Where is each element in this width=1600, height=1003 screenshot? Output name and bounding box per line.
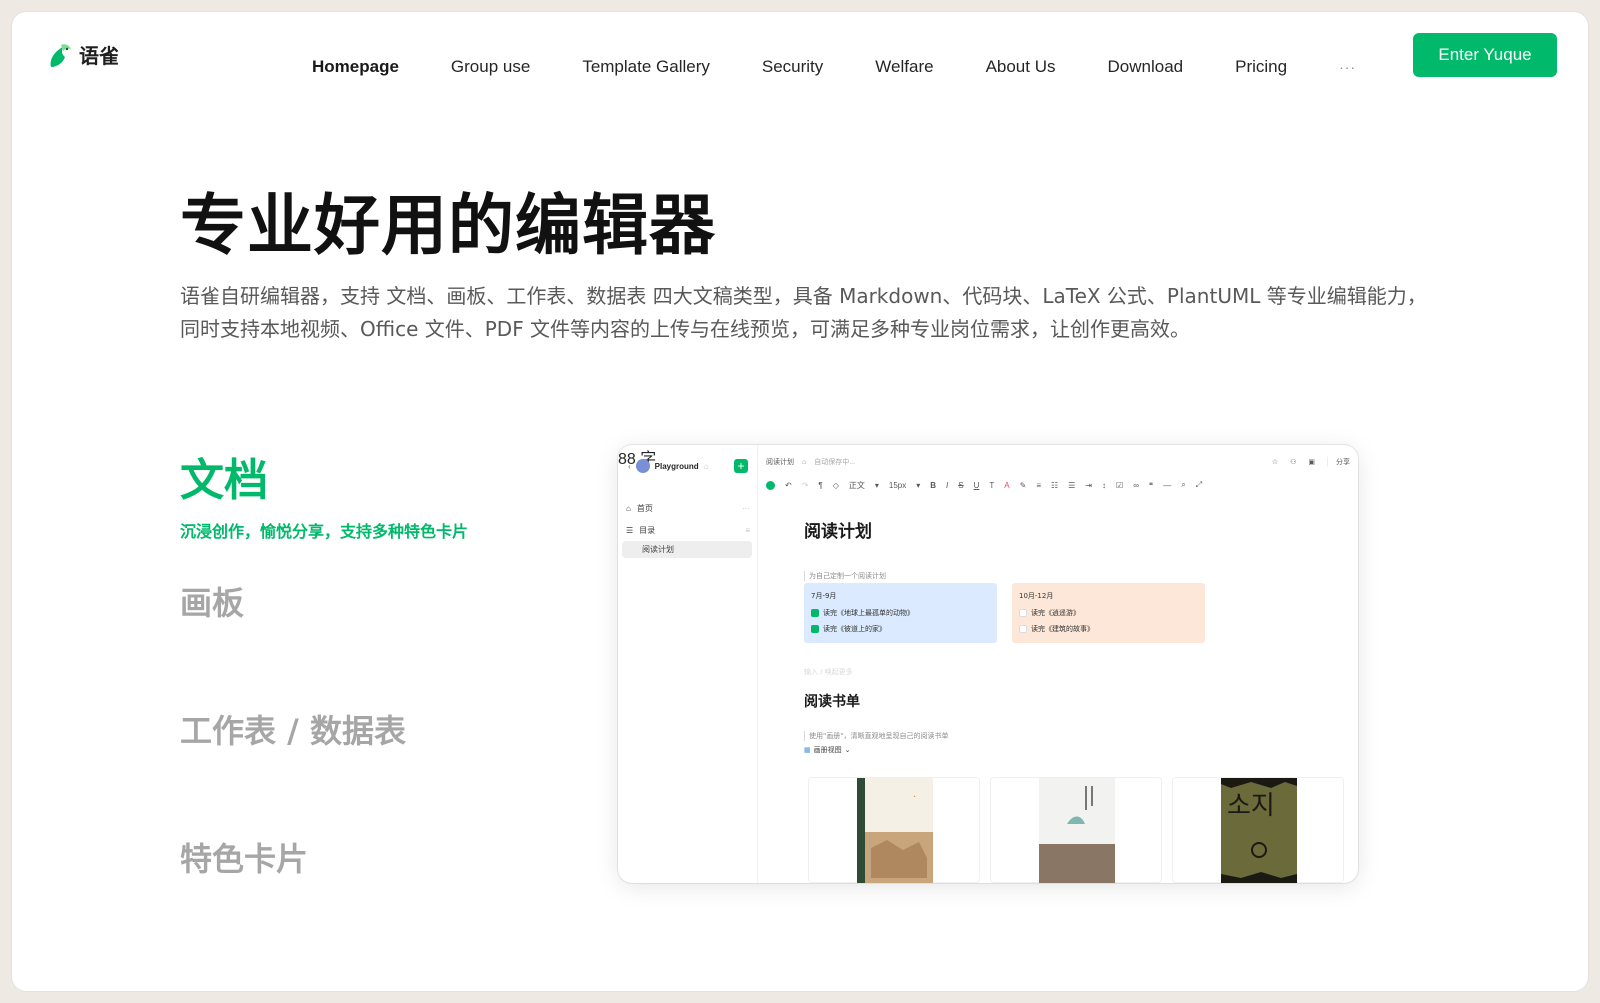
card-title: 7月-9月 [811,592,837,600]
brand-name: 语雀 [79,44,119,68]
hero-description: 语雀自研编辑器，支持 文档、画板、工作表、数据表 四大文稿类型，具备 Markd… [180,284,1427,341]
task-text: 读完《逍遥游》 [1031,609,1080,617]
feature-title: 工作表 / 数据表 [180,712,406,750]
workspace-name: Playground [654,461,699,471]
task-item[interactable]: 读完《逍遥游》 [1019,608,1198,618]
feature-tab-cards[interactable]: 特色卡片 [180,834,308,880]
view-label: 画册视图 [813,746,842,754]
enter-yuque-button[interactable]: Enter Yuque [1413,33,1557,77]
sidebar-item-home[interactable]: ⌂ 首页 ··· [626,503,750,514]
section-title: 阅读书单 [804,694,860,710]
task-item[interactable]: 读完《彼道上的家》 [811,624,990,634]
nav-menu: Homepage Group use Template Gallery Secu… [312,56,1356,78]
task-text: 读完《彼道上的家》 [823,625,886,633]
section-description: 使用"画册"，清晰直观地呈现自己的阅读书单 [804,731,948,741]
nav-template-gallery[interactable]: Template Gallery [582,56,710,78]
nav-about-us[interactable]: About Us [986,56,1056,78]
nav-group-use[interactable]: Group use [451,56,530,78]
book-card[interactable]: 소지 [1172,777,1344,883]
sidebar-item-label: 阅读计划 [642,545,674,554]
doc-name: 阅读计划 [766,459,794,466]
nav-download[interactable]: Download [1108,56,1184,78]
sidebar-item-toc[interactable]: ☰ 目录 ≡ [626,525,750,536]
undo-icon[interactable]: ↶ [785,481,792,490]
svg-text:·: · [913,792,916,803]
task-item[interactable]: 读完《建筑的故事》 [1019,624,1198,634]
sidebar-item-label: 首页 [636,504,653,513]
checkbox-icon[interactable] [1019,625,1027,633]
toc-icon[interactable]: ≡ [745,526,750,535]
chevron-down-icon: ⌄ [844,746,851,754]
feature-title: 画板 [180,584,245,622]
book-cover-image: 소지 [1221,778,1297,883]
editor-sidebar: ‹ Playground ⌂ + ⌂ 首页 ··· ☰ 目录 ≡ 阅读计划 [618,445,758,883]
doc-intro: 为自己定制一个阅读计划 [804,571,886,581]
card-title: 10月-12月 [1019,592,1054,600]
insert-icon[interactable] [766,480,775,490]
task-text: 读完《建筑的故事》 [1031,625,1094,633]
task-item[interactable]: 读完《地球上最孤单的动物》 [811,608,990,618]
feature-subtitle: 沉浸创作，愉悦分享，支持多种特色卡片 [180,522,469,541]
svg-text:소지: 소지 [1227,791,1275,821]
book-card[interactable]: · [808,777,980,883]
album-view-select[interactable]: ▦ 画册视图 ⌄ [804,745,851,755]
book-cover-image: · [857,778,933,883]
top-nav: 语雀 Homepage Group use Template Gallery S… [12,12,1588,96]
editor-placeholder[interactable]: 输入 / 唤起更多 [804,667,853,677]
workspace-avatar [635,459,650,473]
lock-icon: ⌂ [703,461,709,471]
checkbox-checked-icon[interactable] [811,609,819,617]
feature-title: 文档 [180,455,268,506]
feature-tab-sheet[interactable]: 工作表 / 数据表 [180,706,406,752]
logo[interactable]: 语雀 [47,40,119,69]
hero-title: 专业好用的编辑器 [180,187,716,264]
plan-card: 7月-9月 读完《地球上最孤单的动物》 读完《彼道上的家》 [804,583,997,643]
browser-frame: 语雀 Homepage Group use Template Gallery S… [12,12,1588,991]
plan-card: 10月-12月 读完《逍遥游》 读完《建筑的故事》 [1012,583,1205,643]
book-card[interactable] [990,777,1162,883]
add-button[interactable]: + [734,459,748,473]
feature-tab-board[interactable]: 画板 [180,578,244,624]
nav-homepage[interactable]: Homepage [312,56,399,78]
doc-title: 阅读计划 [804,522,872,542]
back-icon[interactable]: ‹ [628,462,631,471]
grid-icon: ▦ [804,746,811,754]
yuque-bird-icon [50,43,71,67]
home-icon: ⌂ [626,504,631,513]
checkbox-checked-icon[interactable] [811,625,819,633]
feature-title: 特色卡片 [180,840,309,878]
sidebar-item-label: 目录 [639,526,656,535]
nav-welfare[interactable]: Welfare [875,56,933,78]
more-icon[interactable]: ··· [742,504,750,513]
task-text: 读完《地球上最孤单的动物》 [823,609,914,617]
editor-preview: ‹ Playground ⌂ + ⌂ 首页 ··· ☰ 目录 ≡ 阅读计划 88… [618,445,1358,883]
sidebar-item-reading-plan[interactable]: 阅读计划 [622,541,752,558]
nav-security[interactable]: Security [762,56,823,78]
nav-more[interactable]: ··· [1339,56,1356,78]
list-icon: ☰ [626,526,634,535]
feature-tab-document[interactable]: 文档 沉浸创作，愉悦分享，支持多种特色卡片 [180,444,468,542]
checkbox-icon[interactable] [1019,609,1027,617]
book-cover-image [1039,778,1115,883]
document-body: 阅读计划 为自己定制一个阅读计划 7月-9月 读完《地球上最孤单的动物》 读完《… [804,445,1344,883]
workspace-header[interactable]: ‹ Playground ⌂ [628,459,709,473]
nav-pricing[interactable]: Pricing [1235,56,1287,78]
